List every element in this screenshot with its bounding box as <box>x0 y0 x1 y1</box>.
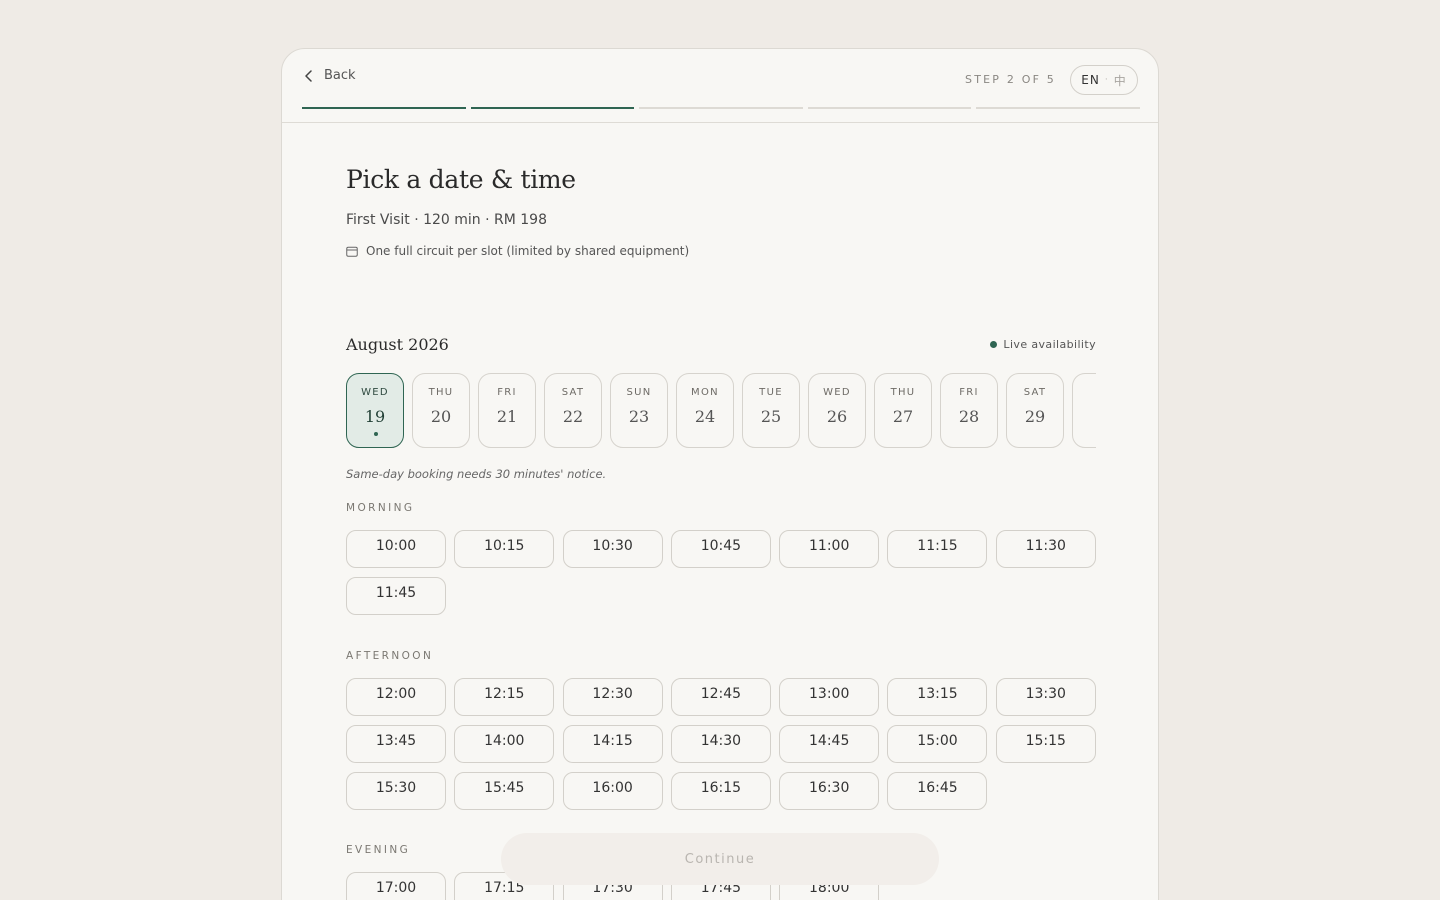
date-strip[interactable]: WED 19 THU 20 FRI 21 SAT 22 SUN 23 MON 24 TUE 25 WED 26… <box>346 373 1096 449</box>
date-option[interactable]: FRI 28 <box>940 373 998 448</box>
date-option[interactable]: SAT 22 <box>544 373 602 448</box>
date-weekday: THU <box>428 387 454 398</box>
date-weekday: THU <box>890 387 916 398</box>
time-slot-button[interactable]: 13:45 <box>346 725 446 763</box>
time-slot-button[interactable]: 13:30 <box>995 678 1096 716</box>
step-progress-bar <box>302 107 1140 109</box>
booking-card: Back STEP 2 OF 5 EN · 中 Pick a date & ti… <box>281 48 1159 900</box>
date-number: 23 <box>628 407 650 426</box>
date-option[interactable]: WED 26 <box>808 373 866 448</box>
back-label: Back <box>324 68 356 83</box>
service-summary: First Visit · 120 min · RM 198 <box>346 212 547 228</box>
time-slot-button[interactable]: 16:00 <box>562 772 663 810</box>
page-title: Pick a date & time <box>346 165 576 194</box>
time-slot-button[interactable]: 13:15 <box>887 678 988 716</box>
time-slot-button[interactable]: 14:45 <box>779 725 880 763</box>
slot-grid: 10:00 10:15 10:30 10:45 11:00 11:15 11:30 11:45 <box>346 530 1096 615</box>
lang-separator: · <box>1104 75 1109 85</box>
date-weekday: FRI <box>497 387 517 398</box>
progress-segment <box>807 107 972 109</box>
calendar-icon <box>346 246 358 257</box>
same-day-notice: Same-day booking needs 30 minutes' notic… <box>346 467 607 481</box>
back-button[interactable]: Back <box>304 68 356 83</box>
live-dot-icon <box>990 341 998 348</box>
section-label-evening: EVENING <box>346 844 411 856</box>
time-slot-button[interactable]: 16:30 <box>779 772 880 810</box>
time-slot-button[interactable]: 16:15 <box>670 772 771 810</box>
date-weekday: S <box>1073 387 1096 398</box>
time-slot-button[interactable]: 10:30 <box>562 530 663 568</box>
slot-grid: 12:00 12:15 12:30 12:45 13:00 13:15 13:30 13:45… <box>346 678 1096 810</box>
language-toggle[interactable]: EN · 中 <box>1070 65 1138 95</box>
date-option[interactable]: FRI 21 <box>478 373 536 448</box>
time-slot-button[interactable]: 12:00 <box>346 678 446 716</box>
time-slot-button[interactable]: 11:45 <box>346 577 446 615</box>
time-slot-button[interactable]: 13:00 <box>779 678 880 716</box>
time-slot-button[interactable]: 11:00 <box>779 530 880 568</box>
progress-segment <box>639 107 803 109</box>
step-indicator: STEP 2 OF 5 <box>965 73 1056 86</box>
progress-segment <box>470 107 635 109</box>
chevron-left-icon <box>305 69 312 82</box>
date-number: 28 <box>958 407 980 426</box>
time-slot-button[interactable]: 10:15 <box>454 530 555 568</box>
date-number: 24 <box>694 407 716 426</box>
date-weekday: SAT <box>561 387 585 398</box>
selected-dot-icon <box>374 432 378 436</box>
date-option[interactable]: WED 19 <box>346 373 404 448</box>
date-option[interactable]: THU 20 <box>412 373 470 448</box>
time-slot-button[interactable]: 11:30 <box>995 530 1096 568</box>
section-label-morning: MORNING <box>346 502 415 514</box>
date-number: 21 <box>496 407 518 426</box>
date-weekday: TUE <box>759 387 783 398</box>
time-slot-button[interactable]: 15:45 <box>454 772 555 810</box>
date-number: 26 <box>826 407 848 426</box>
continue-button[interactable]: Continue <box>501 833 939 885</box>
time-slot-button[interactable]: 14:15 <box>562 725 663 763</box>
time-slot-button[interactable]: 15:00 <box>887 725 988 763</box>
date-weekday: SUN <box>626 387 652 398</box>
date-number: 25 <box>760 407 782 426</box>
date-number: 22 <box>562 407 584 426</box>
date-option[interactable]: SUN 23 <box>610 373 668 448</box>
time-slot-button[interactable]: 14:00 <box>454 725 555 763</box>
time-slot-button[interactable]: 15:30 <box>346 772 446 810</box>
date-number: 27 <box>892 407 914 426</box>
month-label: August 2026 <box>346 335 449 354</box>
date-weekday: SAT <box>1023 387 1047 398</box>
card-header: Back STEP 2 OF 5 EN · 中 <box>282 49 1158 123</box>
time-slot-button[interactable]: 12:15 <box>454 678 555 716</box>
date-number: 19 <box>364 407 386 426</box>
lang-primary: EN <box>1081 73 1100 87</box>
live-label: Live availability <box>1003 338 1096 351</box>
lang-secondary: 中 <box>1113 73 1127 88</box>
date-option[interactable]: MON 24 <box>676 373 734 448</box>
time-slot-button[interactable]: 10:45 <box>670 530 771 568</box>
date-option[interactable]: THU 27 <box>874 373 932 448</box>
date-option[interactable]: TUE 25 <box>742 373 800 448</box>
time-slot-button[interactable]: 17:00 <box>346 872 446 900</box>
date-option[interactable]: SAT 29 <box>1006 373 1064 448</box>
capacity-note: One full circuit per slot (limited by sh… <box>346 244 689 258</box>
date-weekday: WED <box>823 387 851 398</box>
date-weekday: FRI <box>959 387 979 398</box>
time-slot-button[interactable]: 14:30 <box>670 725 771 763</box>
date-number: 3 <box>1073 407 1097 426</box>
time-slot-button[interactable]: 12:30 <box>562 678 663 716</box>
date-option[interactable]: S3 <box>1072 373 1096 448</box>
capacity-note-text: One full circuit per slot (limited by sh… <box>366 244 690 258</box>
date-number: 29 <box>1024 407 1046 426</box>
time-slot-button[interactable]: 15:15 <box>995 725 1096 763</box>
section-label-afternoon: AFTERNOON <box>346 650 434 662</box>
time-slot-button[interactable]: 10:00 <box>346 530 446 568</box>
date-number: 20 <box>430 407 452 426</box>
time-slot-button[interactable]: 16:45 <box>887 772 988 810</box>
progress-segment <box>302 107 466 109</box>
progress-segment <box>976 107 1140 109</box>
time-slot-button[interactable]: 11:15 <box>887 530 988 568</box>
date-weekday: WED <box>361 387 389 398</box>
date-weekday: MON <box>691 387 719 398</box>
live-availability-indicator: Live availability <box>990 338 1096 351</box>
time-slot-button[interactable]: 12:45 <box>670 678 771 716</box>
